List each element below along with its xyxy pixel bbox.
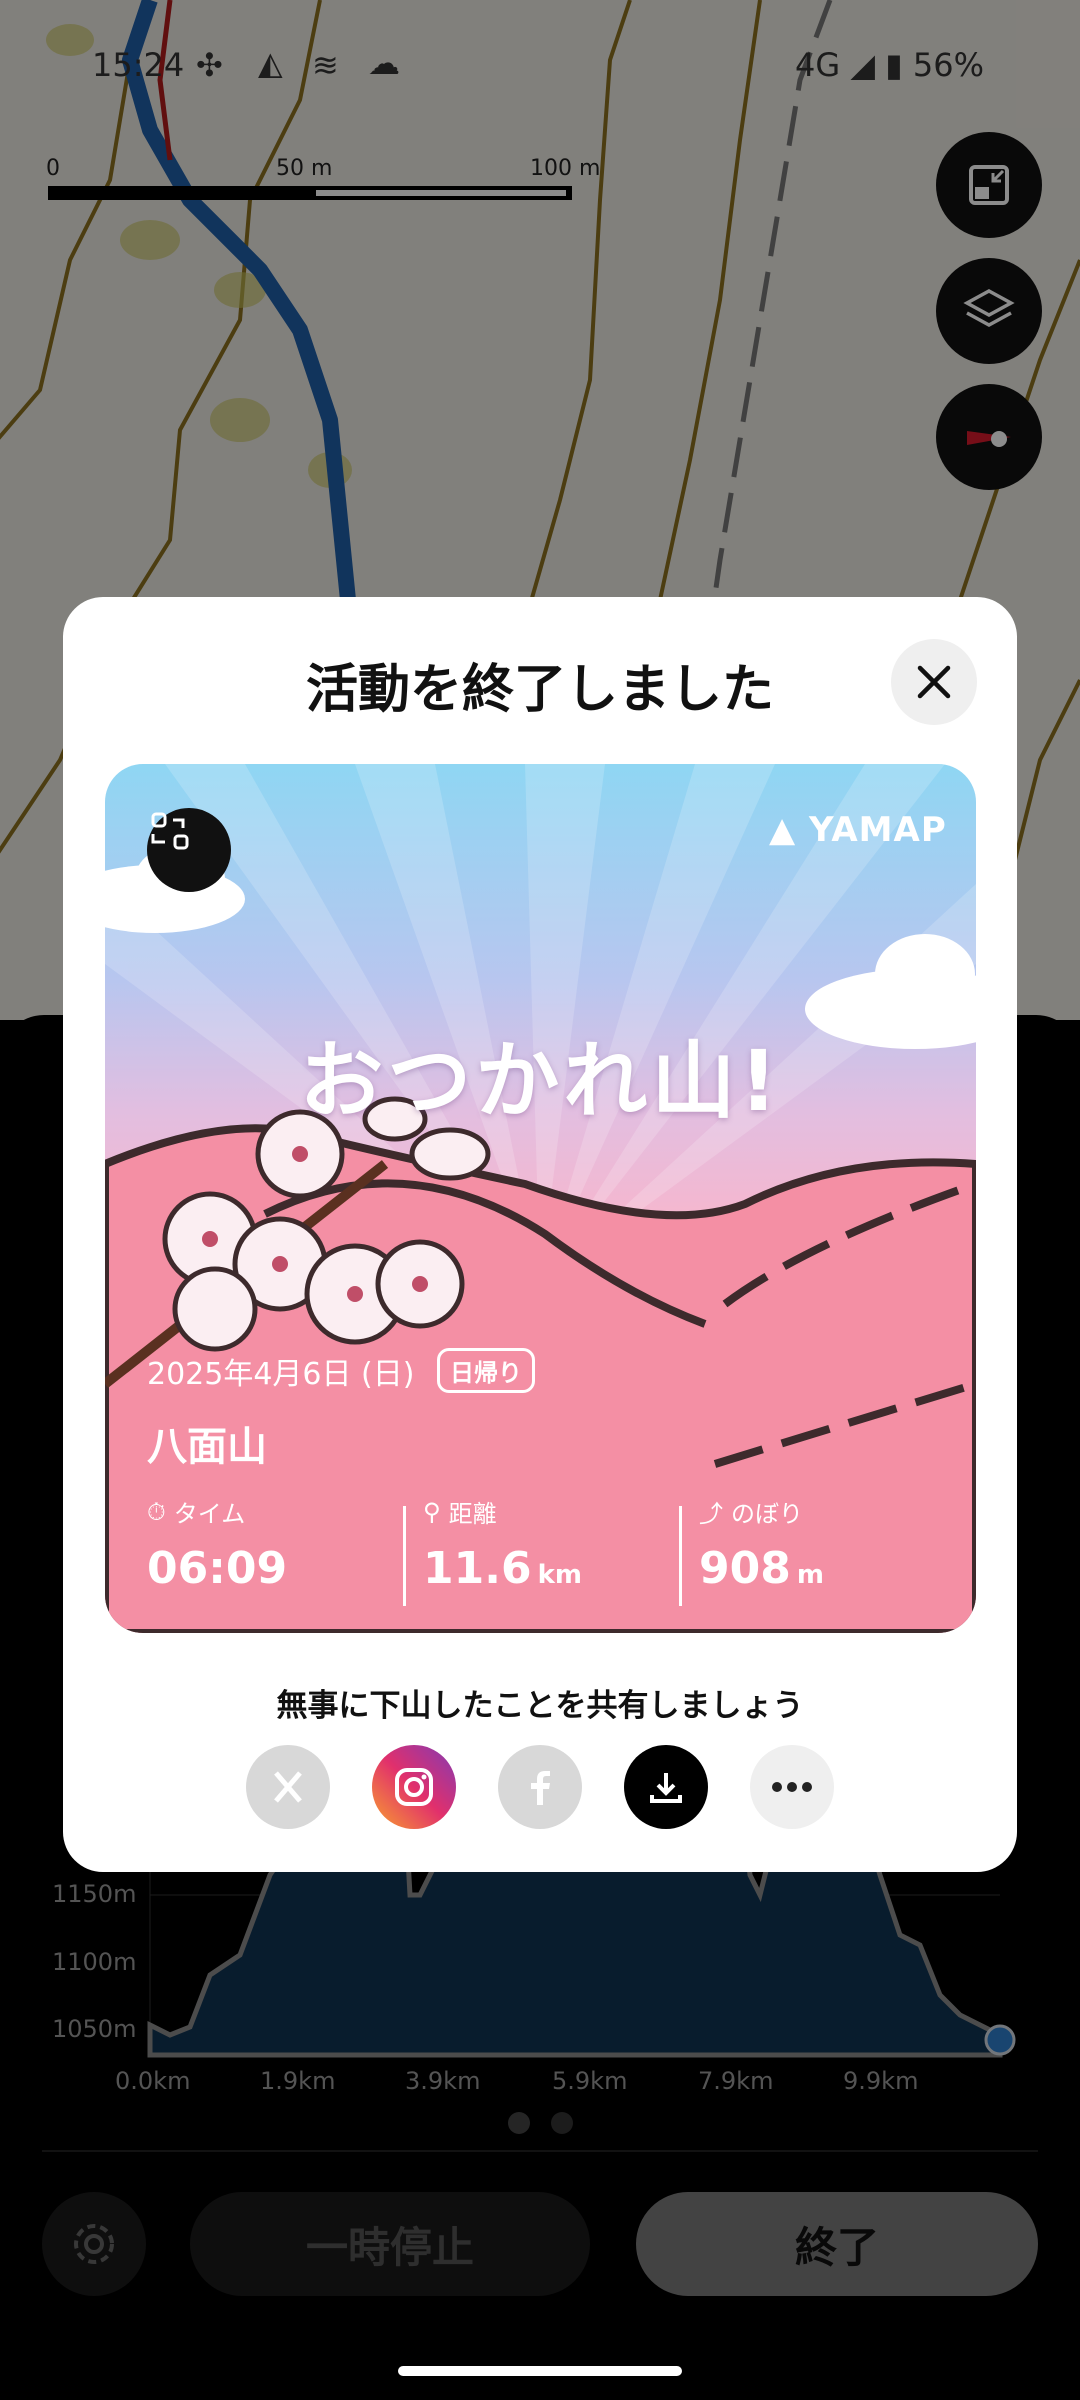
- stat-distance-label: 距離: [448, 1500, 497, 1528]
- download-button[interactable]: [624, 1745, 708, 1829]
- summary-card: ▲ YAMAP おつかれ山! 2025年4月6日 (日) 日帰り 八面山 ⏱ タイ…: [105, 764, 976, 1633]
- logo-mark-icon: ▲: [769, 810, 797, 850]
- stat-ascent: ⤴ のぼり 908 m: [699, 1494, 824, 1594]
- swap-card-button[interactable]: [147, 808, 231, 892]
- stat-distance-unit: km: [537, 1560, 582, 1590]
- close-button[interactable]: [891, 639, 977, 725]
- instagram-icon: [395, 1768, 433, 1806]
- x-icon: [274, 1771, 302, 1803]
- share-instagram-button[interactable]: [372, 1745, 456, 1829]
- stat-distance: ⚲ 距離 11.6 km: [423, 1494, 582, 1595]
- share-prompt: 無事に下山したことを共有しましょう: [276, 1688, 804, 1724]
- day-trip-badge: 日帰り: [437, 1348, 535, 1393]
- stat-distance-value: 11.6: [423, 1543, 532, 1594]
- home-indicator[interactable]: [398, 2366, 682, 2376]
- activity-finished-dialog: 活動を終了しました ▲ YAMAP おつかれ山! 2025年4月6日 (日) 日…: [63, 597, 1017, 1872]
- stopwatch-icon: ⏱: [147, 1497, 166, 1526]
- close-icon: [917, 665, 951, 699]
- brand-name: YAMAP: [809, 810, 947, 850]
- activity-date: 2025年4月6日 (日): [147, 1357, 415, 1392]
- brand-logo: ▲ YAMAP: [769, 810, 947, 850]
- more-icon: [772, 1782, 812, 1792]
- share-x-button[interactable]: [246, 1745, 330, 1829]
- share-facebook-button[interactable]: [498, 1745, 582, 1829]
- ascent-icon: ⤴: [699, 1500, 723, 1528]
- stat-ascent-label: のぼり: [731, 1500, 803, 1528]
- more-options-button[interactable]: [750, 1745, 834, 1829]
- route-icon: ⚲: [423, 1497, 441, 1526]
- stat-divider-1: [403, 1506, 406, 1606]
- stat-ascent-value: 908: [699, 1543, 791, 1594]
- card-headline: おつかれ山!: [299, 1032, 782, 1130]
- stat-time: ⏱ タイム 06:09: [147, 1494, 288, 1595]
- stat-time-label: タイム: [173, 1500, 246, 1528]
- mountain-name: 八面山: [147, 1424, 267, 1470]
- download-icon: [650, 1773, 682, 1803]
- dialog-title: 活動を終了しました: [305, 660, 774, 720]
- stat-divider-2: [679, 1506, 682, 1606]
- stat-time-value: 06:09: [147, 1543, 288, 1594]
- swap-icon: [151, 812, 189, 850]
- stat-ascent-unit: m: [796, 1560, 824, 1590]
- facebook-icon: [531, 1771, 550, 1805]
